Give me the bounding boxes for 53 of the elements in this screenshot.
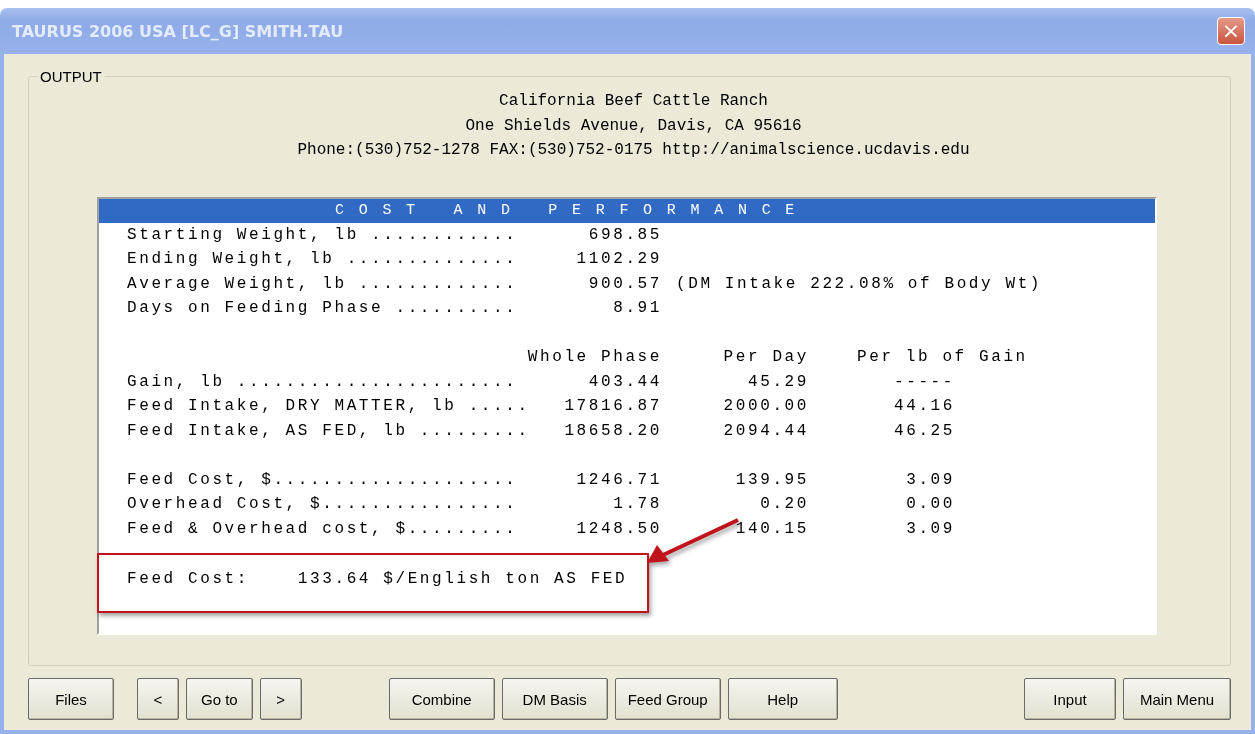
row-label: Average Weight, lb ............. (127, 273, 519, 295)
row-label: Feed Cost, $.................... (127, 469, 519, 491)
column-heading: Per lb of Gain (856, 347, 1028, 368)
row-value: 3.09 (905, 469, 955, 491)
row-note: (DM Intake 222.08% of Body Wt) (675, 273, 1043, 295)
row-value: 44.16 (893, 396, 955, 417)
row-value: 8.91 (612, 298, 662, 319)
row-label: Feed Intake, AS FED, lb ......... (127, 420, 527, 442)
row-label: Overhead Cost, $................ (127, 494, 519, 515)
row-label: Ending Weight, lb .............. (127, 249, 519, 270)
window-title: TAURUS 2006 USA [LC_G] SMITH.TAU (12, 21, 344, 41)
feed-cost-summary: Feed Cost: 133.64 $/English ton AS FED (127, 570, 628, 588)
toolbar-button[interactable]: Files (28, 678, 114, 720)
row-value: 403.44 (587, 371, 662, 393)
row-value: 17816.87 (563, 396, 662, 417)
row-value: 900.57 (587, 273, 662, 295)
toolbar-button[interactable]: Input (1024, 678, 1116, 720)
toolbar-button[interactable]: Main Menu (1123, 678, 1231, 720)
row-label: Starting Weight, lb ............ (127, 224, 519, 246)
toolbar-button[interactable]: < (137, 678, 179, 720)
row-value: 1246.71 (575, 469, 662, 491)
group-label: OUTPUT (39, 68, 103, 85)
toolbar-button[interactable]: > (259, 678, 302, 720)
row-value: 45.29 (747, 371, 809, 393)
toolbar-button[interactable]: Combine (388, 678, 495, 720)
row-value: 698.85 (587, 224, 662, 246)
header-line: One Shields Avenue, Davis, CA 95616 (464, 115, 803, 137)
row-value: 0.20 (759, 494, 809, 515)
column-heading: Per Day (722, 347, 809, 368)
row-value: 18658.20 (563, 420, 662, 442)
row-value: ----- (893, 371, 955, 393)
toolbar-button[interactable]: DM Basis (501, 678, 608, 720)
row-value: 2000.00 (722, 396, 809, 417)
row-value: 140.15 (734, 518, 809, 540)
row-value: 1.78 (612, 494, 662, 515)
row-value: 0.00 (905, 494, 955, 515)
report-banner: COST AND PERFORMANCE (99, 198, 1155, 223)
toolbar-button[interactable]: Go to (186, 678, 253, 720)
toolbar-button[interactable]: Help (727, 678, 838, 720)
row-label: Days on Feeding Phase .......... (127, 298, 519, 319)
row-value: 1102.29 (575, 249, 662, 270)
row-label: Feed & Overhead cost, $......... (127, 518, 519, 540)
row-label: Gain, lb ....................... (127, 371, 519, 393)
row-value: 3.09 (905, 518, 955, 540)
row-label: Feed Intake, DRY MATTER, lb ..... (127, 396, 527, 417)
row-value: 46.25 (893, 420, 955, 442)
header-line: Phone:(530)752-1278 FAX:(530)752-0175 http://animalscience.ucdavis.edu (296, 140, 971, 161)
row-value: 1248.50 (575, 518, 662, 540)
toolbar-button[interactable]: Feed Group (614, 678, 721, 720)
row-value: 2094.44 (722, 420, 809, 442)
header-line: California Beef Cattle Ranch (498, 91, 769, 112)
row-value: 139.95 (734, 469, 809, 491)
column-heading: Whole Phase (527, 347, 662, 368)
